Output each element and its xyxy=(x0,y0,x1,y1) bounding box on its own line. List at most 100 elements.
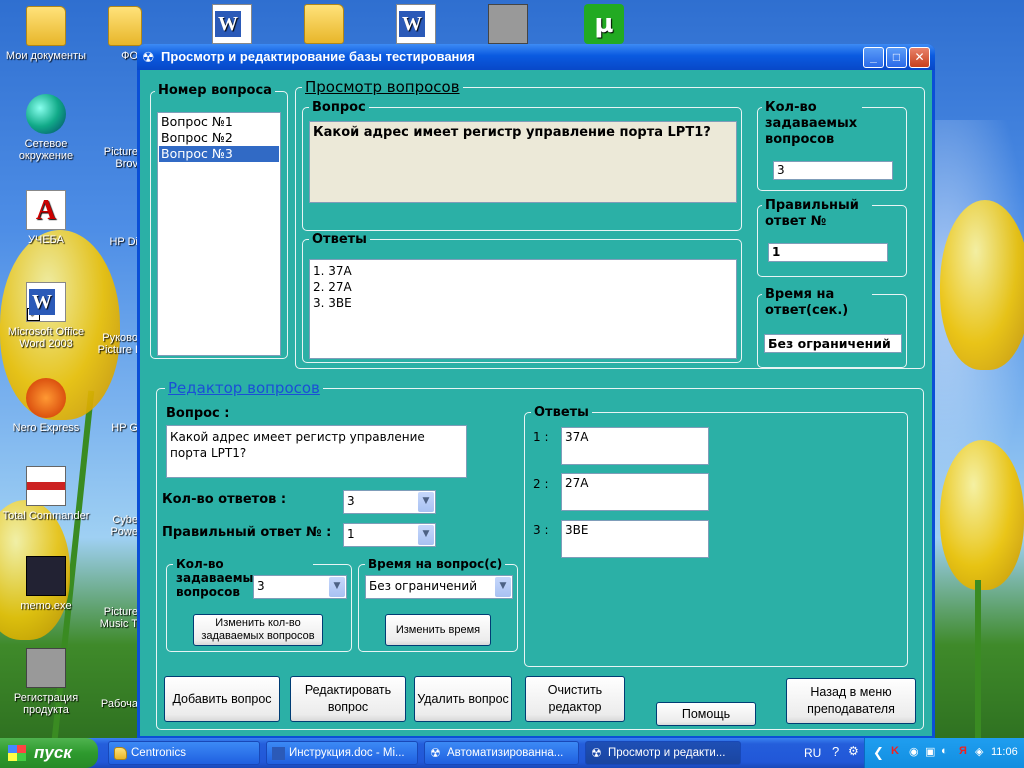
help-tray-icon[interactable]: ? xyxy=(832,744,839,759)
chevron-down-icon[interactable]: ▼ xyxy=(329,577,345,597)
asked-count-field[interactable]: 3 xyxy=(773,161,893,180)
shortcut-arrow-icon: ↗ xyxy=(27,308,40,321)
task-instruction-doc[interactable]: Инструкция.doc - Mi... xyxy=(266,741,418,765)
chevron-down-icon[interactable]: ▼ xyxy=(418,525,434,545)
start-button[interactable]: пуск xyxy=(0,738,98,768)
answer-line: 1. 37A xyxy=(313,264,352,278)
clear-editor-button[interactable]: Очистить редактор xyxy=(525,676,625,722)
volume-icon[interactable]: ◐ xyxy=(941,745,948,757)
wallpaper-stem xyxy=(975,580,981,740)
desktop-icon-word-doc-2[interactable] xyxy=(372,4,460,48)
clock[interactable]: 11:06 xyxy=(991,746,1018,758)
editor-answer-input-3[interactable]: 3BE xyxy=(561,520,709,558)
task-automated[interactable]: ☢ Автоматизированна... xyxy=(424,741,579,765)
desktop-icon-fo[interactable]: ФО xyxy=(94,6,142,62)
correct-answer-group: Правильный ответ № 1 xyxy=(757,198,907,277)
wallpaper-tulip xyxy=(940,200,1024,370)
desktop-icon-utorrent[interactable]: µ xyxy=(560,4,648,48)
asked-count-group: Кол-во задаваемых вопросов 3 xyxy=(757,100,907,191)
app-icon xyxy=(26,556,66,596)
radiation-icon: ☢ xyxy=(142,49,155,65)
editor-answers-group: Ответы 1 : 37A 2 : 27A 3 : 3BE xyxy=(524,405,908,667)
tray-app-icon-2[interactable]: ◈ xyxy=(975,745,983,758)
help-button[interactable]: Помощь xyxy=(656,702,756,726)
close-button[interactable]: ✕ xyxy=(909,47,930,68)
desktop-icon-registration[interactable]: Регистрация продукта xyxy=(2,648,90,716)
folder-icon xyxy=(108,6,142,46)
computer-icon xyxy=(488,4,528,44)
back-to-teacher-menu-button[interactable]: Назад в меню преподавателя xyxy=(786,678,916,724)
editor-time-select[interactable]: Без ограничений ▼ xyxy=(365,575,513,599)
desktop-icon-word-doc-1[interactable] xyxy=(188,4,276,48)
folder-icon xyxy=(26,6,66,46)
word-icon xyxy=(212,4,252,44)
time-field[interactable]: Без ограничений xyxy=(764,334,902,353)
question-number-label: Номер вопроса xyxy=(155,83,275,98)
network-globe-icon xyxy=(26,94,66,134)
nero-icon xyxy=(26,378,66,418)
desktop-icon-total-commander[interactable]: Total Commander xyxy=(2,466,90,522)
minimize-button[interactable]: _ xyxy=(863,47,884,68)
editor-asked-select[interactable]: 3 ▼ xyxy=(253,575,347,599)
windows-flag-icon xyxy=(8,745,26,761)
view-question-text: Какой адрес имеет регистр управление пор… xyxy=(309,121,737,203)
editor-correct-select[interactable]: 1 ▼ xyxy=(343,523,436,547)
network-tray-icon[interactable]: ▣ xyxy=(925,745,935,758)
task-centronics[interactable]: Centronics xyxy=(108,741,260,765)
view-question-group: Вопрос Какой адрес имеет регистр управле… xyxy=(302,100,742,231)
acrobat-icon: A xyxy=(26,190,66,230)
desktop-icon-hp-g[interactable]: HP G xyxy=(96,386,138,434)
add-question-button[interactable]: Добавить вопрос xyxy=(164,676,280,722)
editor-answer-input-1[interactable]: 37A xyxy=(561,427,709,465)
chevron-down-icon[interactable]: ▼ xyxy=(418,492,434,512)
task-view-edit[interactable]: ☢ Просмотр и редакти... xyxy=(585,741,741,765)
desktop-icon-picture-browser[interactable]: Picture Brov xyxy=(96,110,138,170)
list-item[interactable]: Вопрос №1 xyxy=(159,114,279,130)
view-answers-list: 1. 37A 2. 27A 3. 3BE xyxy=(309,259,737,359)
view-answers-group: Ответы 1. 37A 2. 27A 3. 3BE xyxy=(302,232,742,363)
desktop-icon-ucheba[interactable]: A УЧЕБА xyxy=(2,190,90,246)
app-window: ☢ Просмотр и редактирование базы тестиро… xyxy=(137,44,935,739)
correct-answer-field[interactable]: 1 xyxy=(768,243,888,262)
answers-count-select[interactable]: 3 ▼ xyxy=(343,490,436,514)
kaspersky-icon[interactable]: K xyxy=(891,745,899,757)
list-item[interactable]: Вопрос №2 xyxy=(159,130,279,146)
maximize-button[interactable]: □ xyxy=(886,47,907,68)
settings-tray-icon[interactable]: ⚙ xyxy=(848,744,859,758)
desktop-icon-memo[interactable]: memo.exe xyxy=(2,556,90,612)
editor-asked-group: Кол-во задаваемых вопросов 3 ▼ Изменить к… xyxy=(166,557,352,652)
desktop-icon-rukovodstvo[interactable]: Руково Picture I xyxy=(96,296,138,356)
title-bar[interactable]: ☢ Просмотр и редактирование базы тестиро… xyxy=(137,44,935,70)
editor-question-input[interactable]: Какой адрес имеет регистр управление пор… xyxy=(166,425,467,478)
folder-icon xyxy=(114,747,127,760)
editor-answer-input-2[interactable]: 27A xyxy=(561,473,709,511)
question-list[interactable]: Вопрос №1 Вопрос №2 Вопрос №3 xyxy=(157,112,281,356)
language-indicator[interactable]: RU xyxy=(804,746,821,760)
radiation-icon: ☢ xyxy=(430,746,441,760)
desktop-icon-picture-music[interactable]: Picture Music T xyxy=(96,570,138,630)
radiation-icon: ☢ xyxy=(591,746,602,760)
desktop-icon-cyber-power[interactable]: Cybe Powe xyxy=(96,478,138,538)
desktop-icon-nero[interactable]: Nero Express xyxy=(2,378,90,434)
window-title: Просмотр и редактирование базы тестирова… xyxy=(161,49,475,64)
desktop-icon-computer[interactable] xyxy=(464,4,552,48)
desktop-icon-my-documents[interactable]: Мои документы xyxy=(2,6,90,62)
tray-app-icon[interactable]: ◉ xyxy=(909,745,919,758)
desktop-icon-folder-2[interactable] xyxy=(280,4,368,48)
desktop-icon-hp-di[interactable]: HP Di xyxy=(96,200,138,248)
taskbar: пуск Centronics Инструкция.doc - Mi... ☢… xyxy=(0,738,1024,768)
change-time-button[interactable]: Изменить время xyxy=(385,614,491,646)
yandex-icon[interactable]: Я xyxy=(959,745,967,757)
desktop-icon-word[interactable]: ↗ Microsoft Office Word 2003 xyxy=(2,282,90,350)
delete-question-button[interactable]: Удалить вопрос xyxy=(414,676,512,722)
chevron-left-icon[interactable]: ❮ xyxy=(873,745,884,761)
edit-question-button[interactable]: Редактировать вопрос xyxy=(290,676,406,722)
editor-answers-label: Ответы xyxy=(531,405,592,420)
desktop-icon-rabochaya[interactable]: Рабоча xyxy=(96,662,138,710)
answers-count-label: Кол-во ответов : xyxy=(162,492,287,507)
change-asked-count-button[interactable]: Изменить кол-во задаваемых вопросов xyxy=(193,614,323,646)
question-number-group: Номер вопроса Вопрос №1 Вопрос №2 Вопрос… xyxy=(150,83,288,359)
list-item-selected[interactable]: Вопрос №3 xyxy=(159,146,279,162)
desktop-icon-network[interactable]: Сетевое окружение xyxy=(2,94,90,162)
chevron-down-icon[interactable]: ▼ xyxy=(495,577,511,597)
